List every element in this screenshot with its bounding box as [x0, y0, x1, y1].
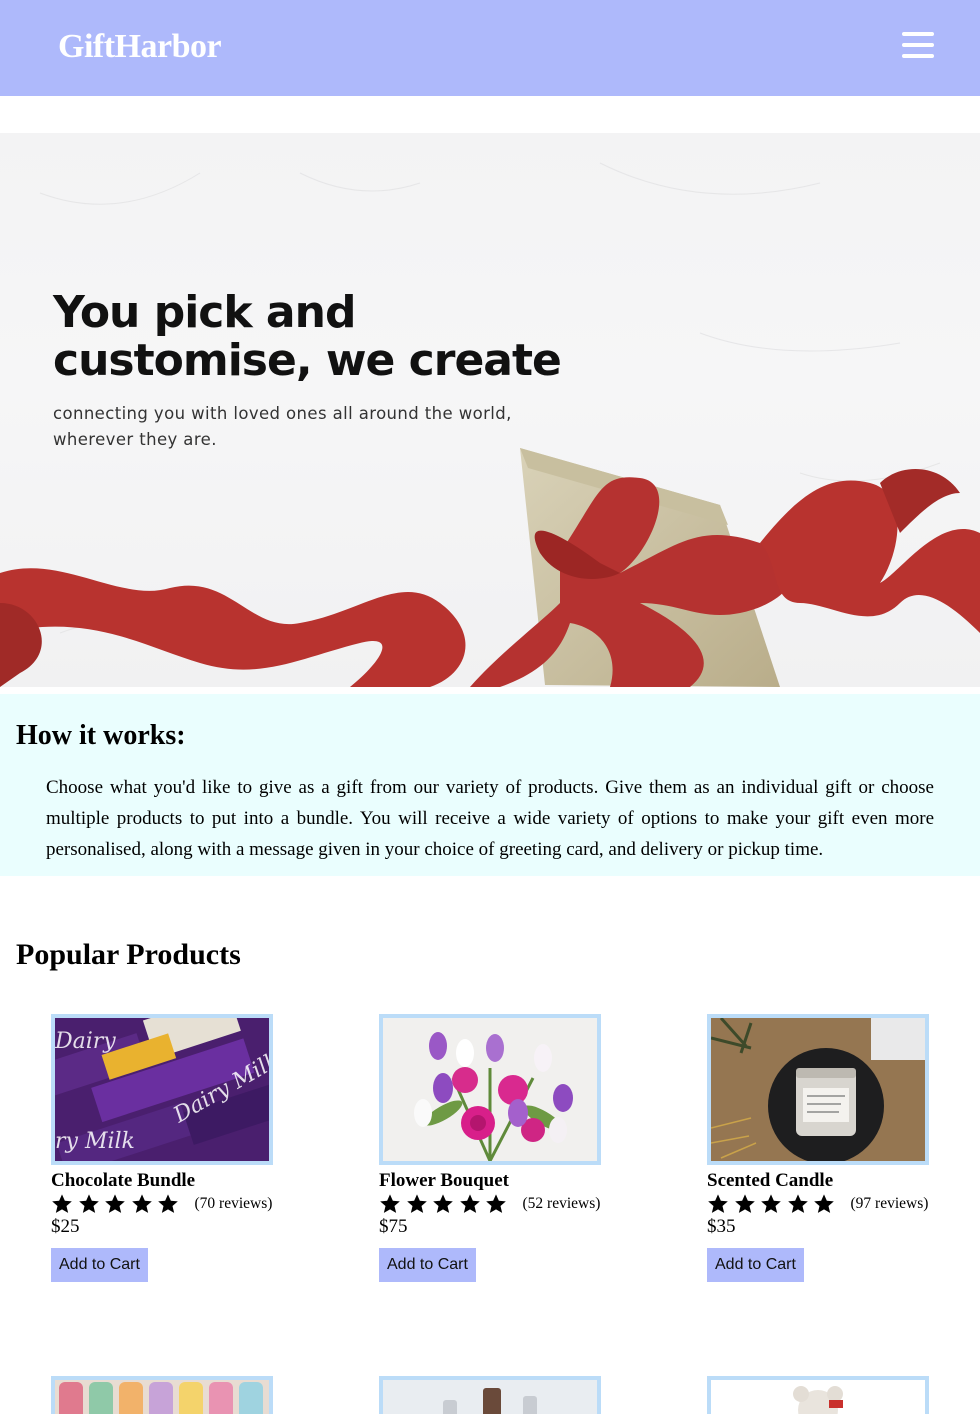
star-icon — [813, 1193, 840, 1215]
site-logo[interactable]: GiftHarbor — [58, 28, 222, 66]
product-name[interactable]: Chocolate Bundle — [51, 1170, 291, 1192]
star-rating — [707, 1193, 840, 1215]
top-navbar: GiftHarbor — [0, 0, 980, 96]
chocolate-bundle-image: Dairy Milk ry Milk Dairy — [55, 1018, 269, 1161]
how-it-works-heading: How it works: — [16, 720, 186, 751]
star-icon — [379, 1193, 406, 1215]
how-it-works-section: How it works: Choose what you'd like to … — [0, 694, 980, 876]
product-rating: (52 reviews) — [379, 1192, 619, 1216]
product-rating: (97 reviews) — [707, 1192, 947, 1216]
star-icon — [432, 1193, 459, 1215]
product-image-flowers[interactable] — [379, 1014, 601, 1165]
review-count: (97 reviews) — [850, 1195, 929, 1212]
teddy-bear-image — [711, 1380, 925, 1414]
product-image-teddy[interactable] — [707, 1376, 929, 1414]
product-image-macarons[interactable] — [51, 1376, 273, 1414]
star-rating — [51, 1193, 184, 1215]
bottles-image — [383, 1380, 597, 1414]
product-name[interactable]: Scented Candle — [707, 1170, 947, 1192]
product-name[interactable]: Flower Bouquet — [379, 1170, 619, 1192]
add-to-cart-button[interactable]: Add to Cart — [379, 1248, 476, 1282]
menu-bar — [902, 32, 934, 36]
svg-text:ry Milk: ry Milk — [55, 1129, 135, 1154]
star-icon — [157, 1193, 184, 1215]
scented-candle-image — [711, 1018, 925, 1161]
star-icon — [406, 1193, 433, 1215]
add-to-cart-button[interactable]: Add to Cart — [707, 1248, 804, 1282]
product-card: Scented Candle (97 reviews) $35 Add to C… — [707, 1014, 947, 1282]
star-rating — [379, 1193, 512, 1215]
product-image-candle[interactable] — [707, 1014, 929, 1165]
macarons-image — [55, 1380, 269, 1414]
product-card: Flower Bouquet (52 reviews) $75 Add to C… — [379, 1014, 619, 1282]
star-icon — [78, 1193, 105, 1215]
star-icon — [104, 1193, 131, 1215]
product-price: $35 — [707, 1216, 736, 1237]
hero-banner: You pick and customise, we create connec… — [0, 133, 980, 687]
star-icon — [734, 1193, 761, 1215]
product-card: Dairy Milk ry Milk Dairy Chocolate Bundl… — [51, 1014, 291, 1282]
how-it-works-text: Choose what you'd like to give as a gift… — [46, 777, 934, 860]
hero-subtitle: connecting you with loved ones all aroun… — [53, 404, 512, 449]
product-price: $75 — [379, 1216, 408, 1237]
menu-bar — [902, 43, 934, 47]
product-price: $25 — [51, 1216, 80, 1237]
star-icon — [131, 1193, 158, 1215]
flower-bouquet-image — [383, 1018, 597, 1161]
star-icon — [707, 1193, 734, 1215]
popular-products-heading: Popular Products — [16, 938, 241, 971]
hero-title: You pick and customise, we create — [53, 287, 562, 386]
star-icon — [459, 1193, 486, 1215]
star-icon — [787, 1193, 814, 1215]
product-rating: (70 reviews) — [51, 1192, 291, 1216]
review-count: (70 reviews) — [194, 1195, 273, 1212]
svg-text:Dairy: Dairy — [55, 1029, 116, 1054]
product-image-bottles[interactable] — [379, 1376, 601, 1414]
star-icon — [51, 1193, 78, 1215]
star-icon — [485, 1193, 512, 1215]
hamburger-menu-icon[interactable] — [900, 30, 936, 62]
product-image-chocolate[interactable]: Dairy Milk ry Milk Dairy — [51, 1014, 273, 1165]
review-count: (52 reviews) — [522, 1195, 601, 1212]
star-icon — [760, 1193, 787, 1215]
menu-bar — [902, 54, 934, 58]
add-to-cart-button[interactable]: Add to Cart — [51, 1248, 148, 1282]
